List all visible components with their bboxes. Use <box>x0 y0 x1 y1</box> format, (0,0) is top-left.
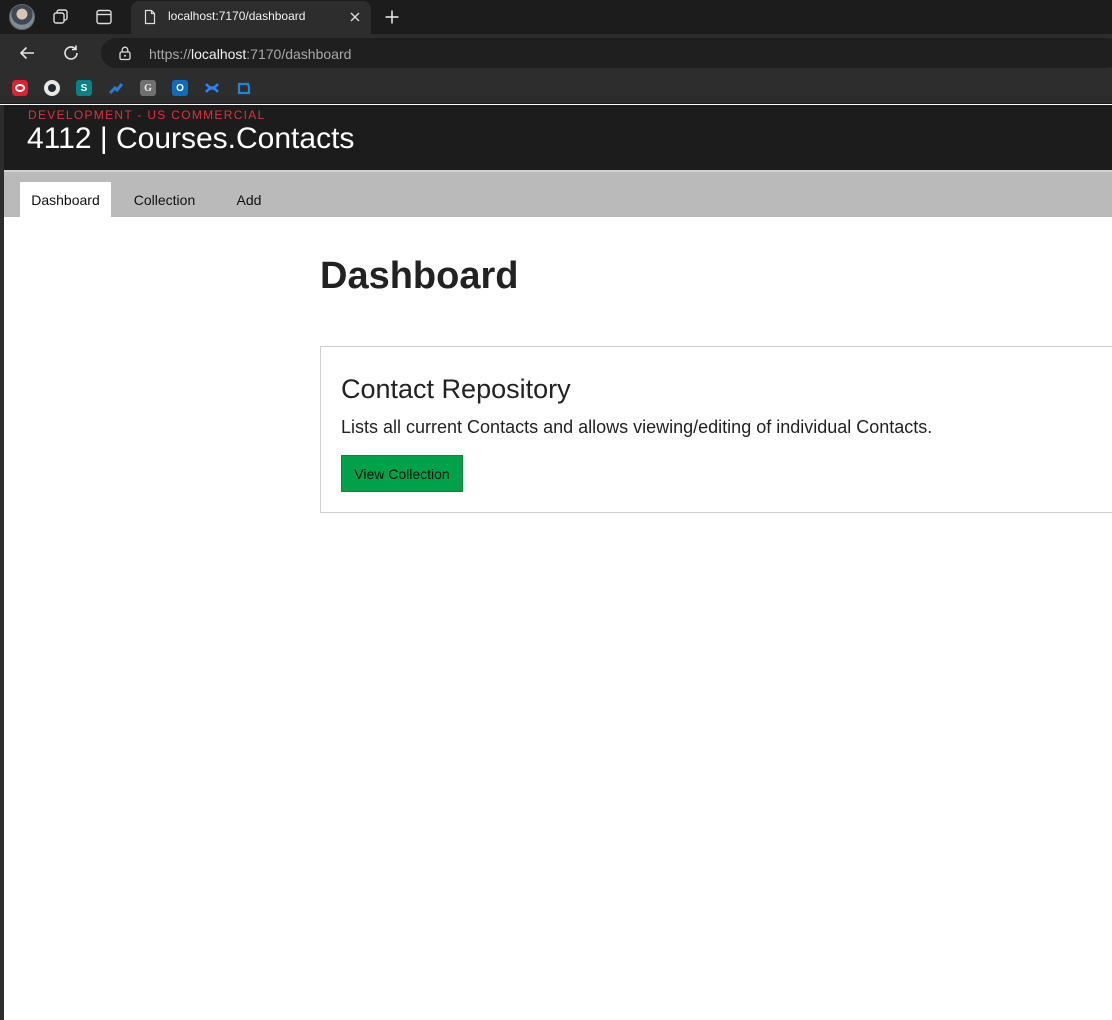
browser-tab-active[interactable]: localhost:7170/dashboard <box>131 1 371 34</box>
web-page: DEVELOPMENT - US COMMERCIAL 4112 | Cours… <box>4 105 1112 1020</box>
app-nav: Dashboard Collection Add <box>4 170 1112 217</box>
tab-dashboard[interactable]: Dashboard <box>20 182 111 217</box>
sharepoint-favicon[interactable]: S <box>76 80 92 96</box>
outlook-favicon[interactable]: O <box>172 80 188 96</box>
google-favicon[interactable]: G <box>140 80 156 96</box>
page-icon <box>142 9 158 25</box>
profile-avatar[interactable] <box>9 4 35 30</box>
vertical-tabs-icon[interactable] <box>94 7 114 27</box>
opera-favicon[interactable] <box>12 80 28 96</box>
contact-repository-card: Contact Repository Lists all current Con… <box>320 346 1112 513</box>
url-text: https://localhost:7170/dashboard <box>149 46 352 62</box>
tab-collection[interactable]: Collection <box>121 182 208 217</box>
card-title: Contact Repository <box>341 374 571 404</box>
app-header: DEVELOPMENT - US COMMERCIAL 4112 | Cours… <box>4 105 1112 170</box>
azure-devops-favicon[interactable] <box>108 80 124 96</box>
browser-tab-strip: localhost:7170/dashboard <box>0 0 1112 34</box>
view-collection-button[interactable]: View Collection <box>341 455 463 492</box>
github-favicon[interactable] <box>44 80 60 96</box>
card-description: Lists all current Contacts and allows vi… <box>341 417 933 437</box>
back-arrow-icon[interactable] <box>16 42 38 64</box>
refresh-icon[interactable] <box>60 42 82 64</box>
confluence-favicon[interactable] <box>204 80 220 96</box>
lock-icon[interactable] <box>117 45 133 61</box>
browser-toolbar: https://localhost:7170/dashboard <box>0 34 1112 72</box>
tab-title: localhost:7170/dashboard <box>168 9 306 23</box>
azure-favicon[interactable] <box>236 80 252 96</box>
tab-add[interactable]: Add <box>224 182 274 217</box>
workspaces-icon[interactable] <box>51 7 71 27</box>
environment-label: DEVELOPMENT - US COMMERCIAL <box>28 108 266 122</box>
page-title: Dashboard <box>320 255 519 297</box>
address-bar[interactable]: https://localhost:7170/dashboard <box>101 38 1112 68</box>
app-title[interactable]: 4112 | Courses.Contacts <box>27 122 354 156</box>
close-icon[interactable] <box>347 9 363 25</box>
favorites-bar: S G O <box>0 72 1112 104</box>
new-tab-icon[interactable] <box>381 6 403 28</box>
